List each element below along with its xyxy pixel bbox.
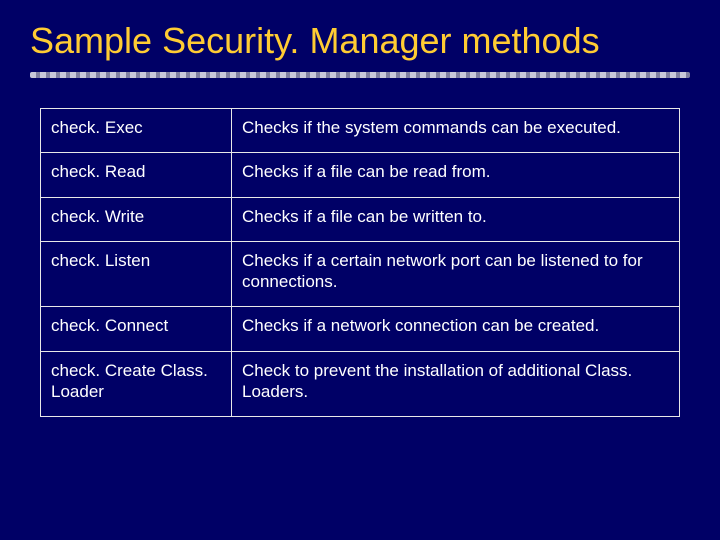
method-desc: Checks if a network connection can be cr… <box>232 307 680 351</box>
method-desc: Checks if a file can be read from. <box>232 153 680 197</box>
table-row: check. Create Class. Loader Check to pre… <box>41 351 680 417</box>
method-name: check. Read <box>41 153 232 197</box>
method-name: check. Create Class. Loader <box>41 351 232 417</box>
method-desc: Checks if a certain network port can be … <box>232 241 680 307</box>
method-desc: Checks if the system commands can be exe… <box>232 109 680 153</box>
table-row: check. Read Checks if a file can be read… <box>41 153 680 197</box>
methods-table: check. Exec Checks if the system command… <box>40 108 680 417</box>
slide-title: Sample Security. Manager methods <box>30 20 690 62</box>
method-name: check. Connect <box>41 307 232 351</box>
slide: Sample Security. Manager methods check. … <box>0 0 720 540</box>
table-row: check. Exec Checks if the system command… <box>41 109 680 153</box>
method-name: check. Exec <box>41 109 232 153</box>
table-row: check. Connect Checks if a network conne… <box>41 307 680 351</box>
title-underline <box>30 72 690 78</box>
method-desc: Check to prevent the installation of add… <box>232 351 680 417</box>
method-desc: Checks if a file can be written to. <box>232 197 680 241</box>
table-row: check. Listen Checks if a certain networ… <box>41 241 680 307</box>
method-name: check. Write <box>41 197 232 241</box>
table-row: check. Write Checks if a file can be wri… <box>41 197 680 241</box>
method-name: check. Listen <box>41 241 232 307</box>
